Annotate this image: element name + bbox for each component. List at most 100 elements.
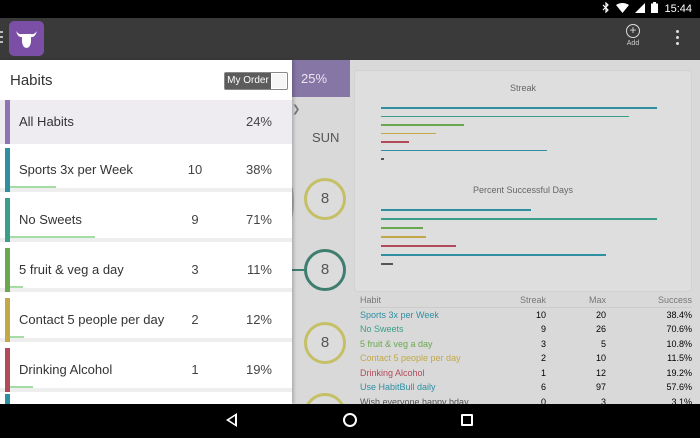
stats-streak: 1 bbox=[540, 367, 546, 378]
drawer-indicator-icon[interactable] bbox=[0, 31, 3, 45]
day-circle-done[interactable]: 8 bbox=[304, 249, 346, 291]
day-label: SUN bbox=[312, 130, 340, 145]
system-nav-bar bbox=[0, 404, 700, 438]
bull-logo-icon[interactable] bbox=[9, 21, 44, 56]
chart-bar bbox=[381, 149, 547, 151]
toggle-knob bbox=[272, 74, 286, 88]
stats-row: Contact 5 people per day 2 10 11.5% bbox=[360, 351, 692, 366]
stats-streak: 6 bbox=[540, 382, 546, 392]
habit-streak: 1 bbox=[191, 362, 199, 377]
success-chart-title: Percent Successful Days bbox=[472, 185, 574, 195]
stats-success: 19.2% bbox=[666, 367, 692, 378]
my-order-label: My Order bbox=[225, 73, 271, 89]
streak-chart-title: Streak bbox=[509, 83, 536, 93]
chart-bar bbox=[381, 158, 384, 160]
habit-streak: 3 bbox=[191, 262, 199, 277]
habit-item-all[interactable]: All Habits 24% bbox=[0, 100, 292, 144]
habit-streak: 10 bbox=[187, 162, 203, 177]
stats-success: 70.6% bbox=[666, 324, 692, 334]
habit-item[interactable]: Contact 5 people per day 2 12% bbox=[0, 298, 292, 342]
chevron-right-icon[interactable]: ❯ bbox=[292, 104, 300, 115]
day-circle[interactable]: 8 bbox=[304, 178, 346, 220]
stats-success: 10.8% bbox=[666, 338, 692, 349]
chart-bar bbox=[381, 124, 464, 126]
overflow-menu-icon[interactable] bbox=[672, 28, 682, 50]
home-icon[interactable] bbox=[343, 413, 357, 427]
stats-streak: 2 bbox=[540, 353, 546, 363]
overall-percent-tab[interactable]: 25% bbox=[292, 60, 350, 97]
habit-percent: 71% bbox=[245, 212, 272, 227]
header-max: Max bbox=[588, 295, 606, 305]
stats-row: 5 fruit & veg a day 3 5 10.8% bbox=[360, 337, 692, 352]
drawer-title: Habits bbox=[10, 72, 53, 89]
habit-item[interactable]: Drinking Alcohol 1 19% bbox=[0, 348, 292, 392]
back-icon[interactable] bbox=[226, 413, 237, 427]
signal-icon bbox=[635, 2, 646, 16]
stats-streak: 9 bbox=[540, 324, 546, 334]
habit-percent: 12% bbox=[245, 312, 272, 327]
stats-habit: 5 fruit & veg a day bbox=[360, 338, 433, 349]
chart-bar bbox=[381, 209, 531, 211]
day-link-line bbox=[292, 269, 304, 271]
habit-progress-bar bbox=[10, 186, 56, 188]
stats-habit: Use HabitBull daily bbox=[360, 382, 436, 392]
chart-bar bbox=[381, 263, 393, 265]
stats-max: 97 bbox=[595, 382, 606, 392]
chart-bar bbox=[381, 115, 629, 117]
stats-success: 38.4% bbox=[666, 309, 692, 320]
habit-name: No Sweets bbox=[19, 212, 82, 227]
stats-success: 3.1% bbox=[671, 396, 692, 405]
stats-success: 11.5% bbox=[667, 353, 692, 363]
status-bar: 15:44 bbox=[0, 0, 700, 18]
habit-item[interactable]: 5 fruit & veg a day 3 11% bbox=[0, 248, 292, 292]
chart-bar bbox=[381, 141, 409, 143]
stats-max: 10 bbox=[595, 353, 606, 363]
my-order-toggle[interactable]: My Order bbox=[224, 72, 288, 90]
habit-name: Contact 5 people per day bbox=[19, 312, 165, 327]
day-circle-partial[interactable] bbox=[304, 393, 346, 404]
habit-item[interactable]: Sports 3x per Week 10 38% bbox=[0, 148, 292, 192]
chart-bar bbox=[381, 218, 657, 220]
habit-name: All Habits bbox=[19, 114, 74, 129]
status-icons: 15:44 bbox=[602, 1, 692, 16]
habit-progress-bar bbox=[10, 386, 33, 388]
stats-max: 20 bbox=[595, 309, 606, 320]
habit-item[interactable]: No Sweets 9 71% bbox=[0, 198, 292, 242]
habit-name: Sports 3x per Week bbox=[19, 162, 133, 177]
add-habit-button[interactable]: + Add bbox=[620, 24, 646, 54]
stats-habit: Sports 3x per Week bbox=[360, 309, 439, 320]
stats-max: 3 bbox=[600, 396, 606, 405]
stats-habit: Wish everyone happy bday bbox=[360, 396, 469, 405]
habit-percent: 19% bbox=[245, 362, 272, 377]
header-streak: Streak bbox=[519, 295, 546, 305]
stats-header-row: Habit Streak Max Success bbox=[360, 293, 692, 308]
stats-card: Streak Percent Successful Days bbox=[354, 70, 692, 292]
habit-color-stripe bbox=[5, 394, 10, 404]
app-bar: + Add bbox=[0, 18, 700, 60]
stats-row: Wish everyone happy bday 0 3 3.1% bbox=[360, 395, 692, 405]
drawer-header: Habits My Order bbox=[0, 60, 292, 100]
status-clock: 15:44 bbox=[664, 3, 692, 15]
battery-icon bbox=[651, 2, 659, 16]
chart-bar bbox=[381, 227, 423, 229]
stats-habit: No Sweets bbox=[360, 324, 404, 334]
habit-streak: 2 bbox=[191, 312, 199, 327]
stats-success: 57.6% bbox=[666, 382, 692, 392]
stats-row: Use HabitBull daily 6 97 57.6% bbox=[360, 380, 692, 395]
habit-progress-bar bbox=[10, 336, 24, 338]
chart-bar bbox=[381, 236, 426, 238]
habits-drawer: Habits My Order All Habits 24% Sports 3x… bbox=[0, 60, 292, 404]
habit-color-stripe bbox=[5, 100, 10, 144]
chart-bar bbox=[381, 254, 606, 256]
recent-apps-icon[interactable] bbox=[461, 414, 473, 426]
day-circle[interactable]: 8 bbox=[304, 322, 346, 364]
stats-streak: 10 bbox=[535, 309, 546, 320]
stats-rows: Sports 3x per Week 10 20 38.4% No Sweets 9 26 7… bbox=[360, 308, 692, 405]
habit-name: Drinking Alcohol bbox=[19, 362, 113, 377]
habit-progress-bar bbox=[10, 236, 95, 238]
habit-percent: 38% bbox=[245, 162, 272, 177]
header-success: Success bbox=[657, 295, 692, 305]
habit-streak: 9 bbox=[191, 212, 199, 227]
stats-max: 26 bbox=[595, 324, 606, 334]
stats-max: 5 bbox=[600, 338, 606, 349]
